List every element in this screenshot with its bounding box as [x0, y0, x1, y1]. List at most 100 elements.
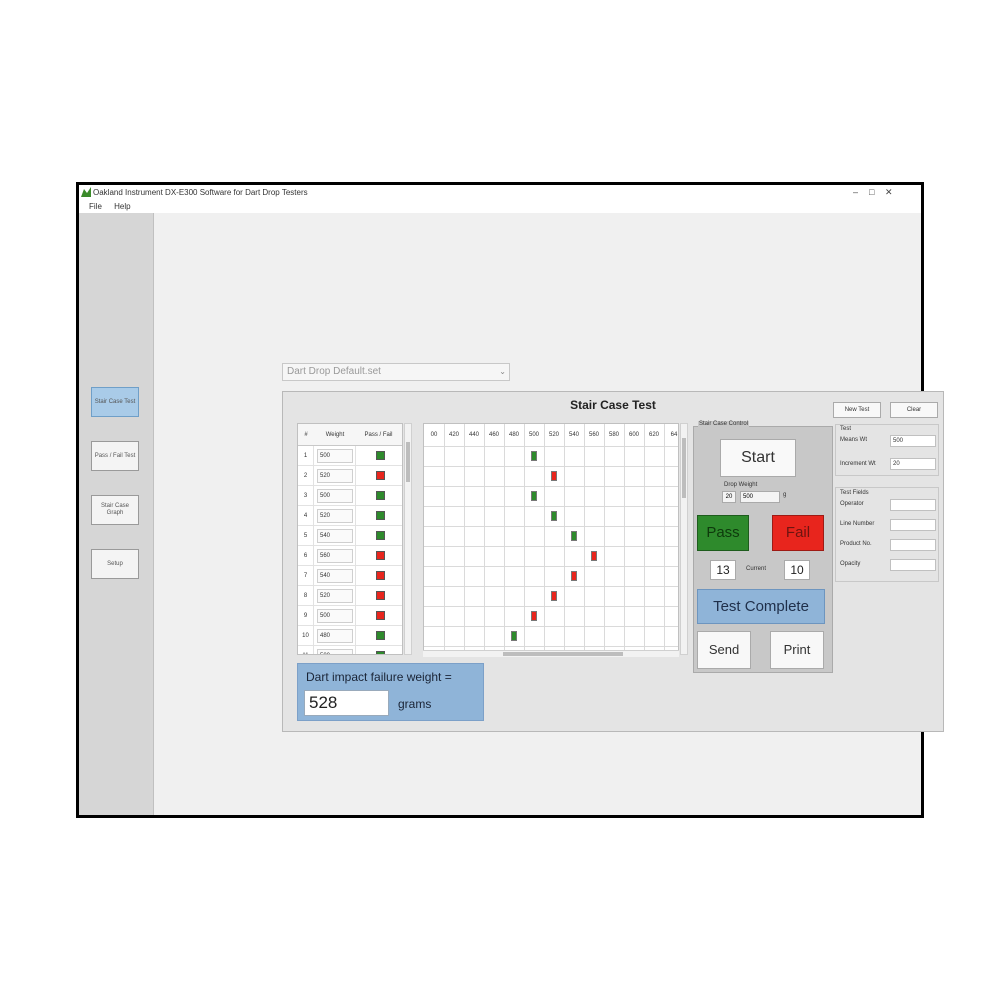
result-box: Dart impact failure weight = 528 grams	[297, 663, 484, 721]
grid-row-line	[424, 486, 678, 487]
pass-fail-cell	[355, 566, 402, 586]
result-value: 528	[304, 690, 389, 716]
table-row: 8 520	[298, 586, 402, 606]
row-number: 5	[298, 526, 314, 546]
table-row: 1 500	[298, 446, 402, 466]
pass-indicator	[376, 511, 385, 520]
menu-help[interactable]: Help	[114, 202, 130, 211]
pass-indicator	[376, 651, 385, 654]
line-number-label: Line Number	[840, 521, 875, 527]
grid-column-header: 520	[548, 432, 559, 438]
drop-weight-label: Drop Weight	[724, 482, 758, 488]
grid-column-line	[524, 424, 525, 654]
operator-field[interactable]	[890, 499, 936, 511]
pass-fail-cell	[355, 606, 402, 626]
grid-column-line	[584, 424, 585, 654]
grid-row-line	[424, 466, 678, 467]
send-button[interactable]: Send	[697, 631, 751, 669]
grid-column-header: 460	[488, 432, 499, 438]
grid-column-line	[604, 424, 605, 654]
table-header-cell: Weight	[325, 432, 345, 438]
grid-column-line	[464, 424, 465, 654]
minimize-icon[interactable]: –	[853, 186, 858, 198]
weight-cell[interactable]: 540	[317, 569, 353, 583]
grid-pass-mark	[531, 491, 537, 501]
grid-column-line	[444, 424, 445, 654]
increment-wt-field[interactable]: 20	[890, 458, 936, 470]
drop-weight-step-field[interactable]: 20	[722, 491, 736, 503]
close-icon[interactable]: ✕	[885, 186, 893, 198]
grid-column-header: 420	[448, 432, 459, 438]
grid-horizontal-scroll-thumb[interactable]	[503, 652, 623, 656]
grid-column-line	[564, 424, 565, 654]
row-number: 3	[298, 486, 314, 506]
grid-column-line	[664, 424, 665, 654]
weight-cell[interactable]: 560	[317, 549, 353, 563]
menu-file[interactable]: File	[89, 202, 102, 211]
config-file-select[interactable]: Dart Drop Default.set ⌄	[282, 363, 510, 381]
grid-column-line	[504, 424, 505, 654]
table-row: 5 540	[298, 526, 402, 546]
table-header-cell: #	[304, 432, 308, 438]
test-settings-group: Test Means Wt 500 Increment Wt 20	[835, 424, 939, 476]
weight-cell[interactable]: 540	[317, 529, 353, 543]
print-button[interactable]: Print	[770, 631, 824, 669]
grid-column-header: 500	[528, 432, 539, 438]
result-unit: grams	[398, 697, 432, 711]
grid-horizontal-scrollbar[interactable]	[423, 650, 679, 657]
table-scrollbar[interactable]	[404, 423, 412, 655]
sidebar-pass-fail-test-button[interactable]: Pass / Fail Test	[91, 441, 139, 471]
product-no-field[interactable]	[890, 539, 936, 551]
sidebar-stair-case-graph-button[interactable]: Stair Case Graph	[91, 495, 139, 525]
grid-row-line	[424, 606, 678, 607]
menu-bar: File Help	[79, 200, 921, 213]
pass-indicator	[376, 531, 385, 540]
total-count-display: 13	[710, 560, 736, 580]
weight-cell[interactable]: 500	[317, 449, 353, 463]
means-wt-field[interactable]: 500	[890, 435, 936, 447]
grid-row-line	[424, 566, 678, 567]
result-label: Dart impact failure weight =	[306, 670, 452, 684]
sidebar-setup-button[interactable]: Setup	[91, 549, 139, 579]
opacity-field[interactable]	[890, 559, 936, 571]
fail-button[interactable]: Fail	[772, 515, 824, 551]
grid-column-header: 00	[430, 432, 438, 438]
config-file-value: Dart Drop Default.set	[287, 366, 381, 377]
grid-row-line	[424, 586, 678, 587]
pass-indicator	[376, 451, 385, 460]
weight-cell[interactable]: 500	[317, 489, 353, 503]
title-bar: Oakland Instrument DX-E300 Software for …	[79, 185, 921, 200]
pass-button[interactable]: Pass	[697, 515, 749, 551]
grid-column-line	[644, 424, 645, 654]
drop-weight-field[interactable]: 500	[740, 491, 780, 503]
row-number: 10	[298, 626, 314, 646]
grid-vertical-scroll-thumb[interactable]	[682, 438, 686, 498]
clear-button[interactable]: Clear	[890, 402, 938, 418]
weight-cell[interactable]: 520	[317, 469, 353, 483]
line-number-field[interactable]	[890, 519, 936, 531]
pass-fail-cell	[355, 646, 402, 654]
row-number: 6	[298, 546, 314, 566]
content-area: Dart Drop Default.set ⌄ Stair Case Test …	[155, 213, 944, 815]
table-scroll-thumb[interactable]	[406, 442, 410, 482]
grid-row-line	[424, 526, 678, 527]
weight-cell[interactable]: 480	[317, 629, 353, 643]
grid-pass-mark	[531, 451, 537, 461]
start-button[interactable]: Start	[720, 439, 796, 477]
stair-case-panel: Stair Case Test # Weight Pass / Fail 1 500 2 5…	[282, 391, 944, 732]
fail-indicator	[376, 591, 385, 600]
opacity-label: Opacity	[840, 561, 861, 567]
product-no-label: Product No.	[840, 541, 872, 547]
pass-fail-cell	[355, 586, 402, 606]
grid-vertical-scrollbar[interactable]	[680, 423, 688, 655]
new-test-button[interactable]: New Test	[833, 402, 881, 418]
weight-cell[interactable]: 520	[317, 509, 353, 523]
table-row: 4 520	[298, 506, 402, 526]
grid-fail-mark	[551, 591, 557, 601]
weight-cell[interactable]: 520	[317, 589, 353, 603]
weight-cell[interactable]: 500	[317, 649, 353, 654]
weight-cell[interactable]: 500	[317, 609, 353, 623]
maximize-icon[interactable]: □	[869, 186, 874, 198]
grid-row-line	[424, 646, 678, 647]
sidebar-stair-case-test-button[interactable]: Stair Case Test	[91, 387, 139, 417]
